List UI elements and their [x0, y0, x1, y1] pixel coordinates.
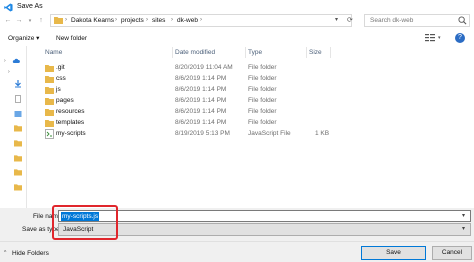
file-date: 8/6/2019 1:14 PM	[175, 97, 227, 104]
file-date: 8/6/2019 1:14 PM	[175, 119, 227, 126]
column-header-date-modified[interactable]: Date modified	[175, 48, 215, 57]
folder-icon	[45, 65, 54, 72]
file-row[interactable]: js 8/6/2019 1:14 PM File folder	[40, 85, 460, 95]
file-name: .git	[56, 64, 65, 71]
window-title: Save As	[17, 3, 43, 10]
file-name: templates	[56, 119, 85, 126]
file-type: File folder	[248, 64, 277, 71]
cancel-button[interactable]: Cancel	[432, 246, 472, 260]
save-as-type-select[interactable]	[58, 223, 471, 236]
folder-icon	[45, 98, 54, 105]
column-header-name[interactable]: Name	[45, 48, 62, 57]
file-name: css	[56, 75, 66, 82]
view-dropdown-icon[interactable]: ▾	[438, 34, 441, 43]
file-row[interactable]: pages 8/6/2019 1:14 PM File folder	[40, 96, 460, 106]
file-type: File folder	[248, 97, 277, 104]
chevron-up-icon[interactable]: ^	[4, 249, 6, 258]
folder-icon[interactable]	[14, 124, 22, 132]
chevron-down-icon[interactable]: ▾	[462, 225, 465, 234]
folder-icon[interactable]	[14, 183, 22, 191]
file-date: 8/6/2019 1:14 PM	[175, 86, 227, 93]
folder-icon	[45, 109, 54, 116]
hide-folders-button[interactable]: Hide Folders	[12, 249, 49, 258]
file-date: 8/20/2019 11:04 AM	[175, 64, 233, 71]
document-icon[interactable]	[14, 95, 22, 103]
organize-button[interactable]: Organize ▾	[8, 34, 39, 43]
file-type: File folder	[248, 75, 277, 82]
column-header-type[interactable]: Type	[248, 48, 262, 57]
back-arrow-icon[interactable]: ←	[3, 16, 13, 26]
file-row[interactable]: .git 8/20/2019 11:04 AM File folder	[40, 63, 460, 73]
breadcrumb-separator-icon: ›	[200, 17, 202, 23]
pictures-icon[interactable]	[14, 110, 22, 118]
file-name: resources	[56, 108, 85, 115]
search-icon[interactable]	[458, 16, 467, 25]
breadcrumb-item[interactable]: sites	[152, 16, 165, 25]
breadcrumb-separator-icon: ›	[146, 17, 148, 23]
file-name-input[interactable]	[58, 210, 471, 222]
vscode-app-icon	[4, 3, 13, 12]
up-arrow-icon[interactable]: ↑	[36, 16, 46, 26]
cloud-icon[interactable]	[12, 57, 20, 65]
recent-dropdown-icon[interactable]: ▾	[25, 16, 35, 26]
new-folder-button[interactable]: New folder	[56, 34, 87, 43]
file-name: my-scripts	[56, 130, 86, 137]
folder-icon[interactable]	[14, 168, 22, 176]
search-placeholder: Search dk-web	[370, 17, 414, 24]
file-size: 1 KB	[315, 130, 330, 137]
breadcrumb-item[interactable]: Dakota Kearns	[71, 16, 114, 25]
file-row[interactable]: css 8/6/2019 1:14 PM File folder	[40, 74, 460, 84]
file-name: pages	[56, 97, 74, 104]
expand-chevron-icon[interactable]: ›	[8, 69, 10, 75]
breadcrumb-item[interactable]: projects	[121, 16, 144, 25]
breadcrumb-item[interactable]: dk-web	[177, 16, 198, 25]
file-type: File folder	[248, 119, 277, 126]
column-divider[interactable]	[172, 47, 173, 58]
file-row[interactable]: templates 8/6/2019 1:14 PM File folder	[40, 118, 460, 128]
chevron-down-icon[interactable]: ▾	[462, 212, 465, 221]
divider	[0, 241, 474, 242]
folder-icon	[45, 87, 54, 94]
breadcrumb-separator-icon: ›	[171, 17, 173, 23]
folder-icon[interactable]	[14, 154, 22, 162]
file-date: 8/19/2019 5:13 PM	[175, 130, 230, 137]
file-date: 8/6/2019 1:14 PM	[175, 108, 227, 115]
file-name: js	[56, 86, 61, 93]
view-options-icon[interactable]	[425, 34, 435, 43]
file-row[interactable]: my-scripts 8/19/2019 5:13 PM JavaScript …	[40, 129, 460, 139]
folder-icon	[45, 76, 54, 83]
column-divider[interactable]	[330, 47, 331, 58]
breadcrumb-separator-icon: ›	[65, 17, 67, 23]
expand-chevron-icon[interactable]: ›	[4, 58, 6, 64]
help-icon[interactable]: ?	[455, 33, 465, 43]
folder-icon[interactable]	[14, 139, 22, 147]
file-type: File folder	[248, 108, 277, 115]
column-header-size[interactable]: Size	[309, 48, 322, 57]
refresh-icon[interactable]: ⟳	[347, 16, 353, 25]
file-date: 8/6/2019 1:14 PM	[175, 75, 227, 82]
folder-icon	[54, 17, 63, 24]
column-divider[interactable]	[245, 47, 246, 58]
forward-arrow-icon[interactable]: →	[14, 16, 24, 26]
file-type: JavaScript File	[248, 130, 291, 137]
column-divider[interactable]	[306, 47, 307, 58]
breadcrumb-separator-icon: ›	[115, 17, 117, 23]
annotation-highlight-box	[52, 205, 118, 240]
js-file-icon	[45, 129, 54, 139]
file-row[interactable]: resources 8/6/2019 1:14 PM File folder	[40, 107, 460, 117]
file-type: File folder	[248, 86, 277, 93]
folder-icon	[45, 120, 54, 127]
save-button[interactable]: Save	[361, 246, 426, 260]
chevron-down-icon[interactable]: ▾	[335, 16, 338, 25]
downloads-icon[interactable]	[14, 80, 22, 88]
